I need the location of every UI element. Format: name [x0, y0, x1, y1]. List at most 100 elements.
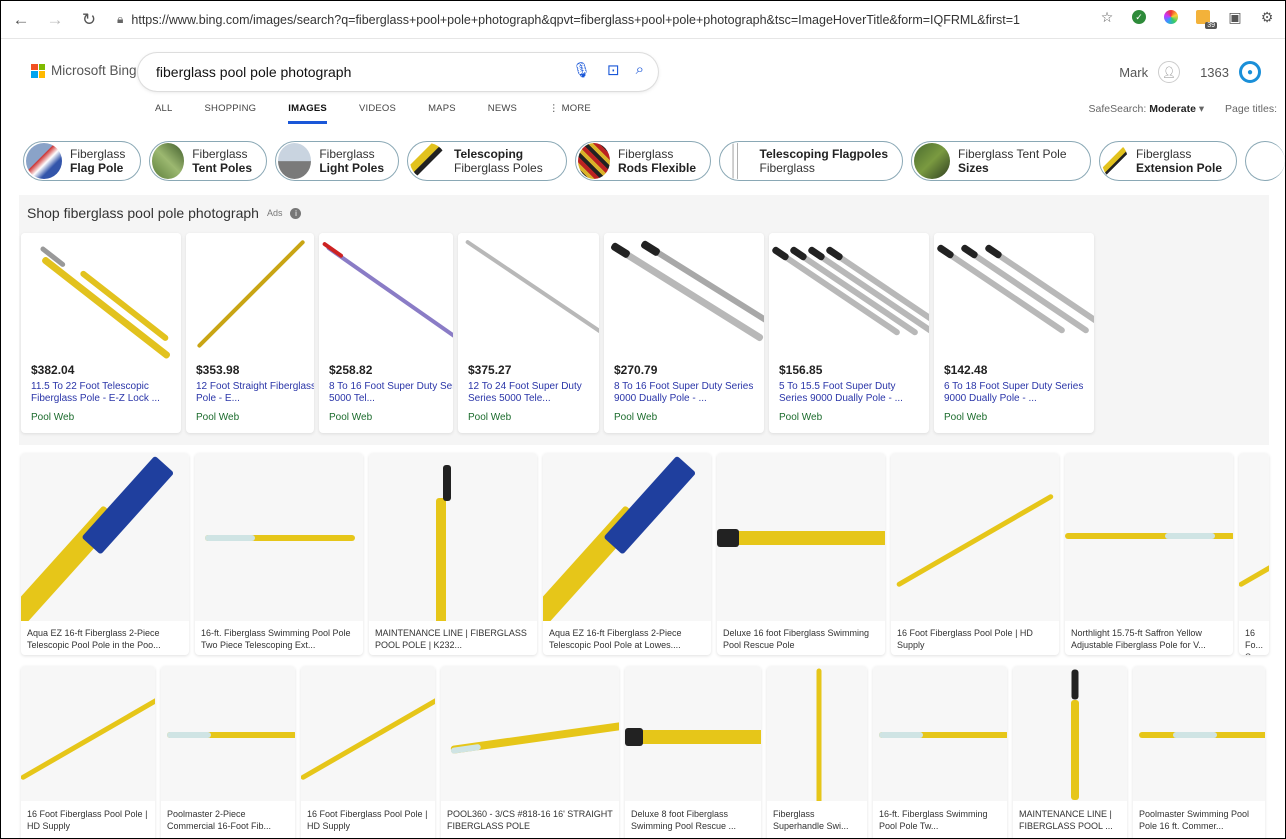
image-result[interactable]: POOL360 - 3/CS #818-16 16' STRAIGHT FIBE…: [441, 666, 619, 838]
product-title[interactable]: 8 To 16 Foot Super Duty Series 5000 Tel.…: [329, 381, 453, 405]
tab-news[interactable]: NEWS: [488, 103, 517, 124]
result-caption[interactable]: Poolmaster 2-Piece Commercial 16-Foot Fi…: [167, 808, 291, 832]
product-image[interactable]: [186, 233, 314, 357]
result-thumbnail[interactable]: [717, 453, 885, 621]
result-caption[interactable]: 16 Foot Fiberglass Pool Pole | HD Supply: [27, 808, 151, 832]
image-result[interactable]: Aqua EZ 16-ft Fiberglass 2-Piece Telesco…: [543, 453, 711, 655]
product-image[interactable]: [604, 233, 764, 357]
image-result[interactable]: 16 Fo... Supp...: [1239, 453, 1269, 655]
result-thumbnail[interactable]: [873, 666, 1007, 801]
bing-logo[interactable]: Microsoft Bing: [31, 63, 137, 78]
color-wheel-icon[interactable]: [1161, 7, 1181, 27]
image-result[interactable]: Poolmaster Swimming Pool Pole 16 ft. Com…: [1133, 666, 1265, 838]
result-caption[interactable]: MAINTENANCE LINE | FIBERGLASS POOL ...: [1019, 808, 1123, 832]
result-thumbnail[interactable]: [441, 666, 619, 801]
related-search-chip[interactable]: Fiberglass Rods Flexible: [575, 141, 711, 181]
result-caption[interactable]: 16-ft. Fiberglass Swimming Pool Pole Two…: [201, 627, 359, 651]
search-icon[interactable]: ⌕: [636, 61, 644, 79]
image-result[interactable]: 16 Foot Fiberglass Pool Pole | HD Supply: [21, 666, 155, 838]
image-result[interactable]: Aqua EZ 16-ft Fiberglass 2-Piece Telesco…: [21, 453, 189, 655]
related-search-chip[interactable]: Telescoping Fiberglass Poles: [407, 141, 567, 181]
result-thumbnail[interactable]: [1013, 666, 1127, 801]
result-thumbnail[interactable]: [21, 666, 155, 801]
related-search-chip-partial[interactable]: [1245, 141, 1285, 181]
tab-maps[interactable]: MAPS: [428, 103, 456, 124]
safesearch-value[interactable]: Moderate: [1149, 103, 1196, 115]
image-result[interactable]: 16-ft. Fiberglass Swimming Pool Pole Two…: [195, 453, 363, 655]
related-search-chip[interactable]: Fiberglass Tent Pole Sizes: [911, 141, 1091, 181]
related-search-chip[interactable]: Telescoping Flagpoles Fiberglass: [719, 141, 903, 181]
product-card[interactable]: $156.85 5 To 15.5 Foot Super Duty Series …: [769, 233, 929, 433]
shield-check-icon[interactable]: ✓: [1129, 7, 1149, 27]
result-caption[interactable]: Deluxe 16 foot Fiberglass Swimming Pool …: [723, 627, 881, 651]
page-titles-label[interactable]: Page titles:: [1225, 103, 1277, 115]
result-caption[interactable]: Aqua EZ 16-ft Fiberglass 2-Piece Telesco…: [27, 627, 185, 651]
result-thumbnail[interactable]: [1239, 453, 1269, 621]
reload-icon[interactable]: ↻: [75, 6, 103, 34]
product-image[interactable]: [769, 233, 929, 357]
product-card[interactable]: $142.48 6 To 18 Foot Super Duty Series 90…: [934, 233, 1094, 433]
result-thumbnail[interactable]: [1133, 666, 1265, 801]
result-caption[interactable]: Fiberglass Superhandle Swi...: [773, 808, 863, 832]
avatar-icon[interactable]: 👤︎: [1158, 61, 1181, 83]
result-caption[interactable]: 16 Foot Fiberglass Pool Pole | HD Supply: [307, 808, 431, 832]
image-result[interactable]: Deluxe 16 foot Fiberglass Swimming Pool …: [717, 453, 885, 655]
collections-icon[interactable]: ▣: [1225, 7, 1245, 27]
product-image[interactable]: [21, 233, 181, 360]
calendar-badge-icon[interactable]: 39: [1193, 7, 1217, 29]
result-caption[interactable]: Poolmaster Swimming Pool Pole 16 ft. Com…: [1139, 808, 1261, 832]
result-thumbnail[interactable]: [1065, 453, 1233, 621]
product-image[interactable]: [319, 233, 453, 357]
image-result[interactable]: MAINTENANCE LINE | FIBERGLASS POOL ...: [1013, 666, 1127, 838]
forward-arrow-icon[interactable]: →: [41, 6, 69, 34]
image-result[interactable]: Northlight 15.75-ft Saffron Yellow Adjus…: [1065, 453, 1233, 655]
image-result[interactable]: Deluxe 8 foot Fiberglass Swimming Pool R…: [625, 666, 761, 838]
extensions-icon[interactable]: ⚙: [1257, 7, 1277, 27]
result-thumbnail[interactable]: [625, 666, 761, 801]
product-title[interactable]: 12 Foot Straight Fiberglass Pole - E...: [196, 381, 314, 405]
address-bar[interactable]: 🔒︎ https://www.bing.com/images/search?q=…: [117, 7, 1049, 33]
product-title[interactable]: 5 To 15.5 Foot Super Duty Series 9000 Du…: [779, 381, 919, 405]
result-caption[interactable]: Aqua EZ 16-ft Fiberglass 2-Piece Telesco…: [549, 627, 707, 651]
result-caption[interactable]: 16 Foot Fiberglass Pool Pole | HD Supply: [897, 627, 1055, 651]
product-image[interactable]: [934, 233, 1094, 357]
rewards-points[interactable]: 1363: [1200, 65, 1229, 80]
related-search-chip[interactable]: Fiberglass Light Poles: [275, 141, 399, 181]
favorite-star-icon[interactable]: ☆: [1097, 7, 1117, 27]
result-thumbnail[interactable]: [21, 453, 189, 621]
visual-search-icon[interactable]: ⊡: [607, 61, 620, 79]
microphone-icon[interactable]: 🎙︎: [572, 61, 591, 79]
tab-shopping[interactable]: SHOPPING: [205, 103, 257, 124]
product-title[interactable]: 11.5 To 22 Foot Telescopic Fiberglass Po…: [31, 381, 171, 405]
image-result[interactable]: Fiberglass Superhandle Swi...: [767, 666, 867, 838]
chevron-down-icon[interactable]: ▾: [1199, 103, 1204, 115]
tab-videos[interactable]: VIDEOS: [359, 103, 396, 124]
product-image[interactable]: [458, 233, 599, 357]
related-search-chip[interactable]: Fiberglass Flag Pole: [23, 141, 141, 181]
image-result[interactable]: Poolmaster 2-Piece Commercial 16-Foot Fi…: [161, 666, 295, 838]
back-arrow-icon[interactable]: ←: [7, 6, 35, 34]
rewards-icon[interactable]: ●: [1239, 61, 1261, 83]
user-name[interactable]: Mark: [1119, 65, 1148, 80]
result-caption[interactable]: Northlight 15.75-ft Saffron Yellow Adjus…: [1071, 627, 1229, 651]
image-result[interactable]: MAINTENANCE LINE | FIBERGLASS POOL POLE …: [369, 453, 537, 655]
product-card[interactable]: $270.79 8 To 16 Foot Super Duty Series 90…: [604, 233, 764, 433]
product-card[interactable]: $375.27 12 To 24 Foot Super Duty Series 5…: [458, 233, 599, 433]
image-result[interactable]: 16 Foot Fiberglass Pool Pole | HD Supply: [891, 453, 1059, 655]
related-search-chip[interactable]: Fiberglass Extension Pole: [1099, 141, 1237, 181]
product-title[interactable]: 8 To 16 Foot Super Duty Series 9000 Dual…: [614, 381, 754, 405]
result-caption[interactable]: MAINTENANCE LINE | FIBERGLASS POOL POLE …: [375, 627, 533, 651]
result-thumbnail[interactable]: [195, 453, 363, 621]
image-result[interactable]: 16 Foot Fiberglass Pool Pole | HD Supply: [301, 666, 435, 838]
result-caption[interactable]: Deluxe 8 foot Fiberglass Swimming Pool R…: [631, 808, 757, 832]
tab-all[interactable]: ALL: [155, 103, 173, 124]
result-thumbnail[interactable]: [891, 453, 1059, 621]
related-search-chip[interactable]: Fiberglass Tent Poles: [149, 141, 267, 181]
result-thumbnail[interactable]: [543, 453, 711, 621]
search-input[interactable]: fiberglass pool pole photograph 🎙︎ ⊡ ⌕: [138, 53, 658, 91]
product-title[interactable]: 12 To 24 Foot Super Duty Series 5000 Tel…: [468, 381, 599, 405]
result-caption[interactable]: POOL360 - 3/CS #818-16 16' STRAIGHT FIBE…: [447, 808, 615, 832]
result-thumbnail[interactable]: [301, 666, 435, 801]
safesearch-control[interactable]: SafeSearch: Moderate ▾ Page titles:: [1089, 103, 1277, 115]
result-thumbnail[interactable]: [369, 453, 537, 621]
